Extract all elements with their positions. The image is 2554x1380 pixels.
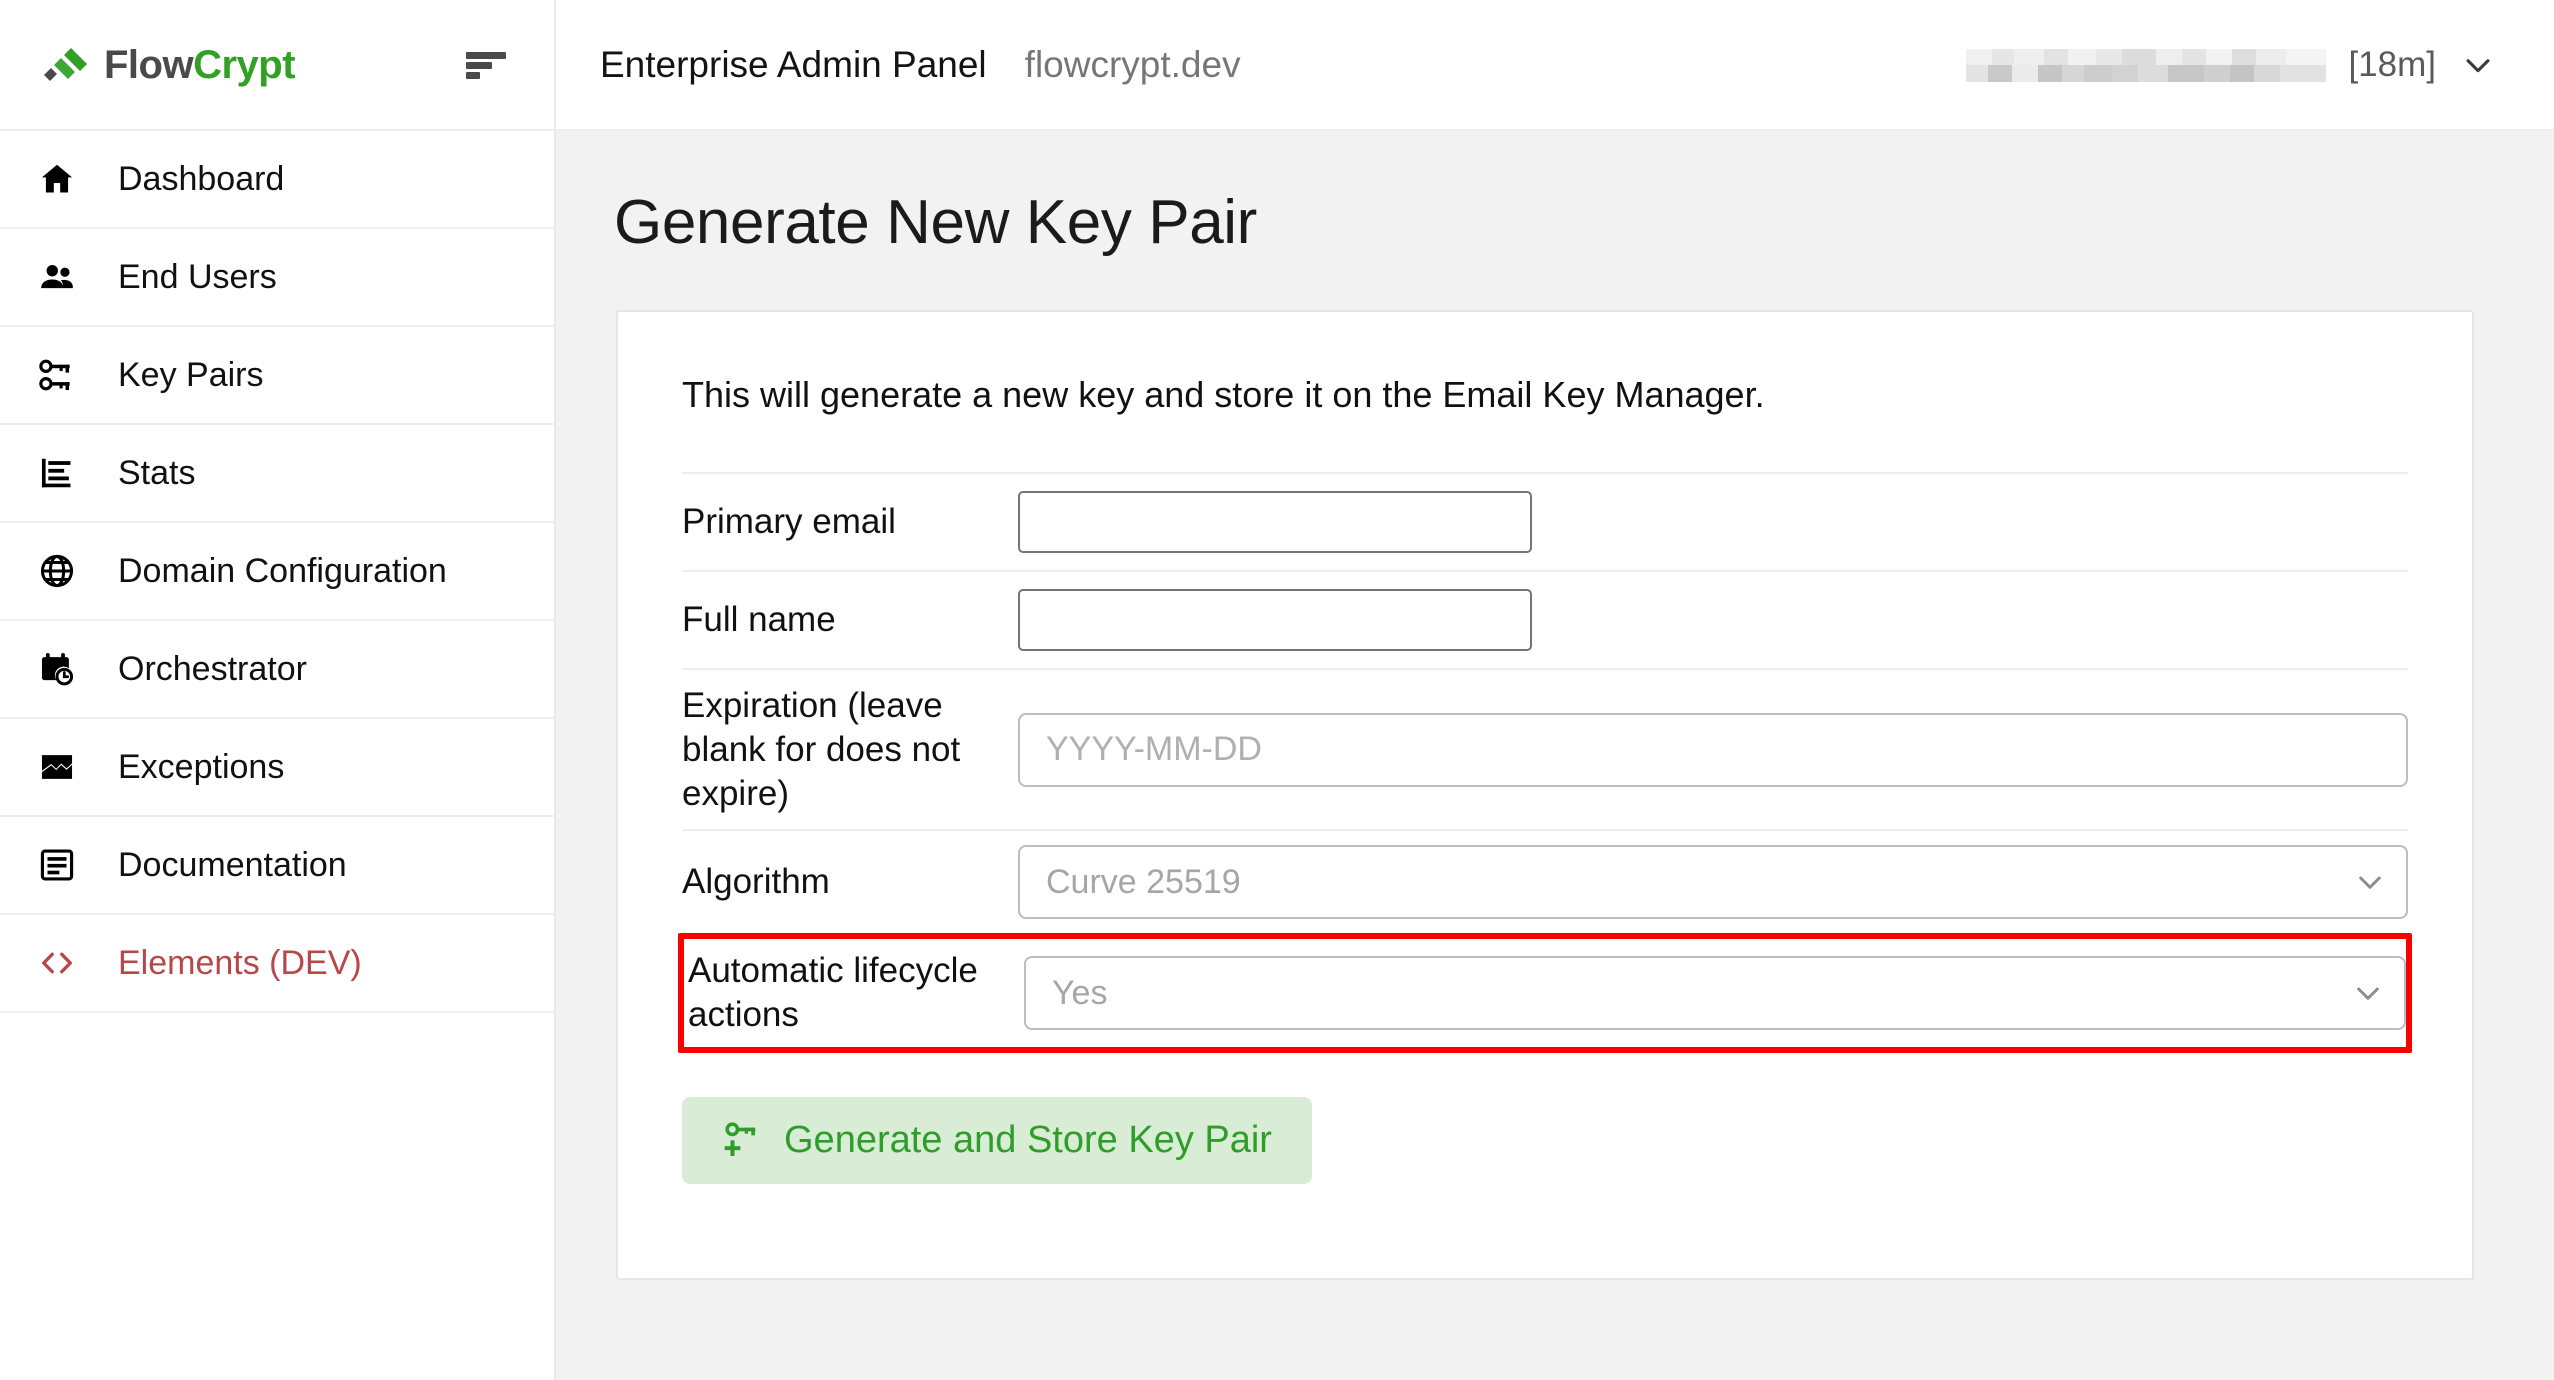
form-label-algorithm: Algorithm (682, 862, 830, 902)
top-bar: Enterprise Admin Panel flowcrypt.dev [18… (556, 0, 2554, 131)
sidebar: FlowCrypt Dashboard End Users Key Pairs … (0, 0, 556, 1380)
algorithm-select-value: Curve 25519 (1046, 862, 1241, 901)
form-control-expiration (1018, 712, 2408, 787)
people-icon (38, 254, 90, 300)
brand-wordmark: FlowCrypt (104, 42, 296, 87)
full-name-input[interactable] (1018, 589, 1532, 651)
sidebar-item-label: Key Pairs (118, 356, 264, 394)
algorithm-select[interactable]: Curve 25519 (1018, 845, 2408, 920)
sidebar-item-exceptions[interactable]: Exceptions (0, 719, 554, 817)
expiration-date-input[interactable] (1018, 712, 2408, 787)
document-icon (38, 842, 90, 888)
sidebar-item-elements-dev[interactable]: Elements (DEV) (0, 915, 554, 1013)
form-label-automatic-lifecycle-actions: Automatic lifecycle actions (688, 951, 978, 1034)
brand-name-first: Flow (104, 42, 194, 87)
form-label-full-name: Full name (682, 600, 836, 640)
algorithm-select-wrapper: Curve 25519 (1018, 845, 2408, 920)
sidebar-item-label: Elements (DEV) (118, 944, 362, 982)
submit-row: Generate and Store Key Pair (618, 1053, 2472, 1184)
sidebar-item-label: End Users (118, 258, 277, 296)
card-intro-text: This will generate a new key and store i… (682, 374, 1765, 415)
form-control-full-name (1018, 589, 2408, 651)
generate-button-label: Generate and Store Key Pair (784, 1118, 1272, 1161)
sort-lines-icon[interactable] (464, 48, 510, 82)
brand-name-second: Crypt (193, 42, 296, 87)
brand-header: FlowCrypt (0, 0, 554, 131)
tenant-domain-label: flowcrypt.dev (1024, 43, 1241, 85)
form-row-automatic-lifecycle-actions: Automatic lifecycle actions Yes (678, 933, 2412, 1053)
calendar-clock-icon (38, 646, 90, 692)
page-title: Generate New Key Pair (614, 188, 1257, 257)
form-control-automatic-lifecycle-actions: Yes (1024, 956, 2406, 1030)
broken-image-icon (38, 744, 90, 790)
session-timer-label: [18m] (2348, 44, 2436, 84)
sidebar-item-key-pairs[interactable]: Key Pairs (0, 327, 554, 425)
flowcrypt-logo-icon (44, 47, 87, 81)
sidebar-item-label: Exceptions (118, 748, 285, 786)
form-control-primary-email (1018, 491, 2408, 553)
sidebar-item-end-users[interactable]: End Users (0, 229, 554, 327)
chevron-down-icon[interactable] (2458, 45, 2498, 85)
generate-and-store-key-pair-button[interactable]: Generate and Store Key Pair (682, 1096, 1312, 1184)
generate-key-card: This will generate a new key and store i… (616, 310, 2474, 1280)
form-label-primary-email: Primary email (682, 502, 896, 542)
key-pairs-icon (38, 352, 90, 398)
page-heading-app-title: Enterprise Admin Panel (600, 43, 987, 85)
app-root: FlowCrypt Dashboard End Users Key Pairs … (0, 0, 2554, 1380)
automatic-lifecycle-actions-select-value: Yes (1052, 973, 1108, 1012)
automatic-lifecycle-actions-select-wrapper: Yes (1024, 956, 2406, 1030)
home-icon (38, 156, 90, 202)
user-menu[interactable]: [18m] (1966, 45, 2498, 85)
automatic-lifecycle-actions-select[interactable]: Yes (1024, 956, 2406, 1030)
code-brackets-icon (38, 940, 90, 986)
brand-logo-group[interactable]: FlowCrypt (42, 42, 296, 87)
form-label-expiration: Expiration (leave blank for does not exp… (682, 686, 961, 813)
sidebar-item-documentation[interactable]: Documentation (0, 817, 554, 915)
form-row-algorithm: Algorithm Curve 25519 (682, 829, 2408, 933)
sidebar-item-dashboard[interactable]: Dashboard (0, 131, 554, 229)
key-plus-icon (724, 1122, 756, 1157)
form-control-algorithm: Curve 25519 (1018, 845, 2408, 920)
sidebar-item-label: Dashboard (118, 160, 285, 198)
primary-email-input[interactable] (1018, 491, 1532, 553)
generate-key-form: Primary email Full name Expiration (leav… (618, 472, 2472, 1053)
page-content: Generate New Key Pair This will generate… (556, 131, 2554, 1380)
bar-chart-icon (38, 450, 90, 496)
main-area: Enterprise Admin Panel flowcrypt.dev [18… (556, 0, 2554, 1380)
globe-icon (38, 548, 90, 594)
sidebar-item-orchestrator[interactable]: Orchestrator (0, 621, 554, 719)
sidebar-item-stats[interactable]: Stats (0, 425, 554, 523)
sidebar-item-label: Domain Configuration (118, 552, 447, 590)
sidebar-item-label: Stats (118, 454, 196, 492)
sidebar-item-label: Orchestrator (118, 650, 307, 688)
user-account-redacted (1966, 48, 2327, 82)
form-row-primary-email: Primary email (682, 472, 2408, 570)
sidebar-empty-area (0, 1013, 554, 1380)
sidebar-item-label: Documentation (118, 846, 347, 884)
form-row-expiration: Expiration (leave blank for does not exp… (682, 668, 2408, 829)
form-row-full-name: Full name (682, 570, 2408, 668)
sidebar-item-domain-configuration[interactable]: Domain Configuration (0, 523, 554, 621)
sidebar-nav: Dashboard End Users Key Pairs Stats Doma… (0, 131, 554, 1013)
